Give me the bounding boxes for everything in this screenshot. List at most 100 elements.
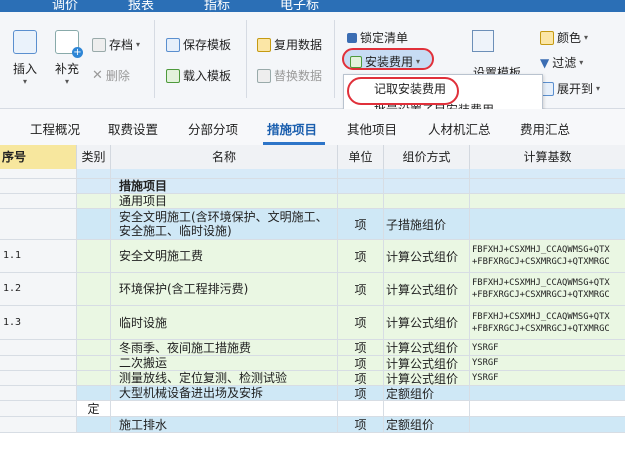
table-row[interactable] bbox=[0, 169, 625, 179]
cell-name[interactable] bbox=[111, 169, 338, 178]
cell-base[interactable] bbox=[470, 401, 625, 416]
table-row[interactable]: 二次搬运 项 计算公式组价 YSRGF bbox=[0, 356, 625, 371]
cell-unit[interactable]: 项 bbox=[338, 306, 384, 339]
load-template-button[interactable]: 载入模板 bbox=[166, 67, 231, 84]
cell-base[interactable] bbox=[470, 169, 625, 178]
menu-tab-report[interactable]: 报表 bbox=[128, 0, 154, 12]
cell-cat[interactable] bbox=[77, 371, 111, 385]
cell-name[interactable]: 二次搬运 bbox=[111, 356, 338, 370]
table-row[interactable]: 1.2 环境保护(含工程排污费) 项 计算公式组价 FBFXHJ+CSXMHJ_CCAQ… bbox=[0, 273, 625, 306]
cell-name[interactable] bbox=[111, 401, 338, 416]
cell-method[interactable]: 计算公式组价 bbox=[384, 356, 470, 370]
cell-base[interactable] bbox=[470, 417, 625, 432]
cell-cat[interactable] bbox=[77, 273, 111, 305]
cell-seq[interactable] bbox=[0, 356, 77, 370]
cell-method[interactable]: 子措施组价 bbox=[384, 209, 470, 239]
cell-name[interactable]: 冬雨季、夜间施工措施费 bbox=[111, 340, 338, 355]
table-row[interactable]: 1.3 临时设施 项 计算公式组价 FBFXHJ+CSXMHJ_CCAQWMSG+QTX… bbox=[0, 306, 625, 340]
table-row[interactable]: 安全文明施工(含环境保护、文明施工、安全施工、临时设施) 项 子措施组价 bbox=[0, 209, 625, 240]
cell-method[interactable] bbox=[384, 401, 470, 416]
cell-unit[interactable] bbox=[338, 169, 384, 178]
lock-list-button[interactable]: 锁定清单 bbox=[347, 29, 408, 46]
col-unit[interactable]: 单位 bbox=[338, 145, 384, 169]
cell-unit[interactable] bbox=[338, 401, 384, 416]
table-row[interactable]: 措施项目 bbox=[0, 179, 625, 194]
cell-name[interactable]: 测量放线、定位复测、检测试验 bbox=[111, 371, 338, 385]
cell-cat[interactable] bbox=[77, 386, 111, 400]
cell-unit[interactable]: 项 bbox=[338, 340, 384, 355]
cell-name[interactable]: 通用项目 bbox=[111, 194, 338, 208]
color-button[interactable]: 颜色 ▾ bbox=[540, 29, 588, 46]
cell-name[interactable]: 安全文明施工(含环境保护、文明施工、安全施工、临时设施) bbox=[111, 209, 338, 239]
cell-seq[interactable]: 1.3 bbox=[0, 306, 77, 339]
menu-tab-pricing[interactable]: 调价 bbox=[52, 0, 78, 12]
cell-base[interactable]: YSRGF bbox=[470, 340, 625, 355]
col-seq[interactable]: 序号 bbox=[0, 145, 77, 169]
table-row[interactable]: 通用项目 bbox=[0, 194, 625, 209]
tab-fee-settings[interactable]: 取费设置 bbox=[108, 119, 158, 138]
cell-seq[interactable] bbox=[0, 417, 77, 432]
cell-method[interactable]: 定额组价 bbox=[384, 386, 470, 400]
cell-base[interactable]: FBFXHJ+CSXMHJ_CCAQWMSG+QTX +FBFXRGCJ+CSXM… bbox=[470, 306, 625, 339]
cell-unit[interactable]: 项 bbox=[338, 209, 384, 239]
cell-method[interactable]: 计算公式组价 bbox=[384, 273, 470, 305]
expand-to-button[interactable]: 展开到 ▾ bbox=[540, 80, 600, 97]
cell-base[interactable] bbox=[470, 194, 625, 208]
tab-other-items[interactable]: 其他项目 bbox=[347, 119, 397, 138]
cell-method[interactable]: 计算公式组价 bbox=[384, 371, 470, 385]
cell-seq[interactable]: 1.1 bbox=[0, 240, 77, 272]
cell-seq[interactable] bbox=[0, 209, 77, 239]
cell-seq[interactable]: 1.2 bbox=[0, 273, 77, 305]
set-template-button[interactable] bbox=[472, 30, 494, 52]
save-list-button[interactable]: 存档 ▾ bbox=[92, 36, 140, 53]
cell-cat[interactable] bbox=[77, 340, 111, 355]
tab-cost-summary[interactable]: 费用汇总 bbox=[520, 119, 570, 138]
col-category[interactable]: 类别 bbox=[77, 145, 111, 169]
tab-labor-material-summary[interactable]: 人材机汇总 bbox=[428, 119, 491, 138]
table-row[interactable]: 冬雨季、夜间施工措施费 项 计算公式组价 YSRGF bbox=[0, 340, 625, 356]
cell-seq[interactable] bbox=[0, 401, 77, 416]
cell-method[interactable]: 定额组价 bbox=[384, 417, 470, 432]
cell-cat[interactable] bbox=[77, 194, 111, 208]
cell-method[interactable] bbox=[384, 169, 470, 178]
cell-cat[interactable] bbox=[77, 417, 111, 432]
table-row[interactable]: 施工排水 项 定额组价 bbox=[0, 417, 625, 433]
cell-name[interactable]: 措施项目 bbox=[111, 179, 338, 193]
cell-unit[interactable]: 项 bbox=[338, 273, 384, 305]
cell-method[interactable]: 计算公式组价 bbox=[384, 340, 470, 355]
cell-seq[interactable] bbox=[0, 169, 77, 178]
cell-unit[interactable]: 项 bbox=[338, 371, 384, 385]
cell-unit[interactable]: 项 bbox=[338, 417, 384, 432]
cell-cat[interactable] bbox=[77, 240, 111, 272]
cell-unit[interactable] bbox=[338, 179, 384, 193]
cell-seq[interactable] bbox=[0, 386, 77, 400]
insert-button[interactable]: 插入 ▾ bbox=[8, 30, 42, 86]
table-row[interactable]: 大型机械设备进出场及安拆 项 定额组价 bbox=[0, 386, 625, 401]
table-row[interactable]: 定 bbox=[0, 401, 625, 417]
cell-name[interactable]: 大型机械设备进出场及安拆 bbox=[111, 386, 338, 400]
table-row[interactable]: 测量放线、定位复测、检测试验 项 计算公式组价 YSRGF bbox=[0, 371, 625, 386]
menu-tab-index[interactable]: 指标 bbox=[204, 0, 230, 12]
cell-cat[interactable]: 定 bbox=[77, 401, 111, 416]
cell-name[interactable]: 环境保护(含工程排污费) bbox=[111, 273, 338, 305]
cell-seq[interactable] bbox=[0, 371, 77, 385]
cell-base[interactable]: FBFXHJ+CSXMHJ_CCAQWMSG+QTX +FBFXRGCJ+CSXM… bbox=[470, 273, 625, 305]
col-base[interactable]: 计算基数 bbox=[470, 145, 625, 169]
filter-button[interactable]: ▼ 过滤 ▾ bbox=[540, 54, 583, 71]
cell-seq[interactable] bbox=[0, 179, 77, 193]
cell-base[interactable]: YSRGF bbox=[470, 371, 625, 385]
table-row[interactable]: 1.1 安全文明施工费 项 计算公式组价 FBFXHJ+CSXMHJ_CCAQWMSG+… bbox=[0, 240, 625, 273]
cell-name[interactable]: 安全文明施工费 bbox=[111, 240, 338, 272]
col-method[interactable]: 组价方式 bbox=[384, 145, 470, 169]
save-template-button[interactable]: 保存模板 bbox=[166, 36, 231, 53]
cell-unit[interactable]: 项 bbox=[338, 356, 384, 370]
cell-cat[interactable] bbox=[77, 209, 111, 239]
cell-cat[interactable] bbox=[77, 179, 111, 193]
cell-cat[interactable] bbox=[77, 356, 111, 370]
supplement-button[interactable]: + 补充 ▾ bbox=[50, 30, 84, 86]
menu-tab-ebid[interactable]: 电子标 bbox=[280, 0, 319, 12]
cell-unit[interactable]: 项 bbox=[338, 386, 384, 400]
cell-method[interactable]: 计算公式组价 bbox=[384, 240, 470, 272]
cell-method[interactable] bbox=[384, 179, 470, 193]
col-name[interactable]: 名称 bbox=[111, 145, 338, 169]
